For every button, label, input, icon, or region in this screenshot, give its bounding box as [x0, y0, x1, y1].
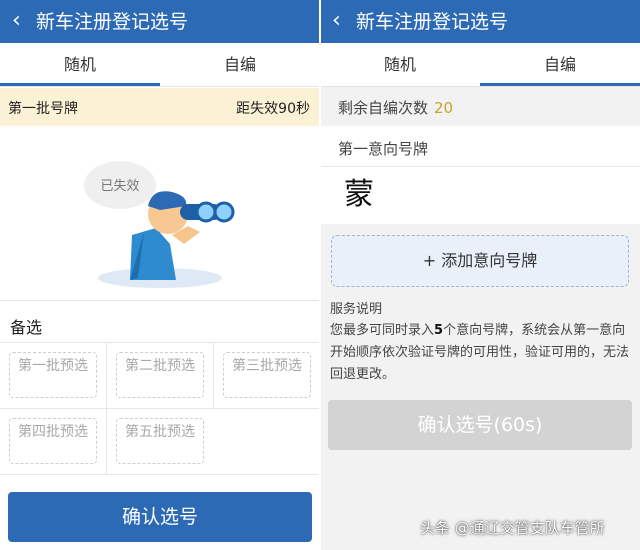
service-text-part: 您最多可同时录入: [330, 323, 435, 338]
grid-divider: [0, 474, 320, 475]
alternate-slot-3[interactable]: 第三批预选: [223, 352, 311, 398]
random-selection-screen: ‹ 新车注册登记选号 随机 自编 第一批号牌 距失效90秒 已失效 备选 第一批…: [0, 0, 320, 550]
binocular-lens-left: [213, 201, 235, 223]
alternate-slot-4[interactable]: 第四批预选: [9, 418, 97, 464]
app-bar: ‹ 新车注册登记选号: [320, 0, 640, 43]
alternate-slot-5[interactable]: 第五批预选: [116, 418, 204, 464]
page-title: 新车注册登记选号: [36, 11, 189, 33]
card-divider: [320, 166, 640, 167]
tab-random[interactable]: 随机: [320, 43, 480, 87]
batch-name: 第一批号牌: [8, 101, 78, 117]
binoculars-person-illustration: 已失效: [84, 161, 235, 288]
alternate-slot-1[interactable]: 第一批预选: [9, 352, 97, 398]
tab-bar: 随机 自编: [320, 43, 640, 87]
plate-province-prefix[interactable]: 蒙: [344, 175, 374, 215]
custom-selection-screen: ‹ 新车注册登记选号 随机 自编 剩余自编次数 20 第一意向号牌 蒙 + 添加意…: [320, 0, 640, 550]
batch-bar: 第一批号牌 距失效90秒: [0, 88, 320, 126]
source-watermark: 头条 @通辽交管支队车管所: [420, 519, 605, 537]
confirm-selection-button[interactable]: 确认选号: [8, 492, 312, 542]
expired-label: 已失效: [100, 179, 139, 194]
batch-timer: 距失效90秒: [236, 101, 310, 117]
max-plates-number: 5: [434, 323, 444, 338]
remaining-count: 剩余自编次数 20: [338, 97, 453, 118]
grid-divider: [213, 342, 214, 408]
tab-custom[interactable]: 自编: [160, 43, 320, 87]
chevron-left-icon[interactable]: ‹: [332, 8, 341, 34]
binocular-lens-right: [195, 201, 217, 223]
alternate-slot-2[interactable]: 第二批预选: [116, 352, 204, 398]
remaining-number: 20: [434, 99, 454, 117]
confirm-selection-countdown-button[interactable]: 确认选号(60s): [328, 400, 632, 450]
tab-random[interactable]: 随机: [0, 43, 160, 87]
screen-divider: [319, 0, 321, 550]
active-tab-indicator: [0, 83, 160, 86]
app-bar: ‹ 新车注册登记选号: [0, 0, 320, 43]
tab-bar: 随机 自编: [0, 43, 320, 87]
alternates-top-border: [0, 342, 320, 343]
first-choice-label: 第一意向号牌: [338, 140, 429, 158]
service-notes-title: 服务说明: [330, 302, 383, 317]
page-title: 新车注册登记选号: [356, 11, 509, 33]
alternates-title: 备选: [10, 318, 43, 337]
tab-custom[interactable]: 自编: [480, 43, 640, 87]
remaining-label: 剩余自编次数: [338, 99, 429, 117]
section-divider: [0, 300, 320, 301]
add-intended-plate-button[interactable]: + 添加意向号牌: [331, 235, 629, 287]
service-notes-text: 您最多可同时录入5个意向号牌，系统会从第一意向开始顺序依次验证号牌的可用性，验证…: [330, 320, 632, 386]
chevron-left-icon[interactable]: ‹: [12, 8, 21, 34]
active-tab-indicator: [480, 83, 640, 86]
grid-divider: [0, 408, 320, 409]
